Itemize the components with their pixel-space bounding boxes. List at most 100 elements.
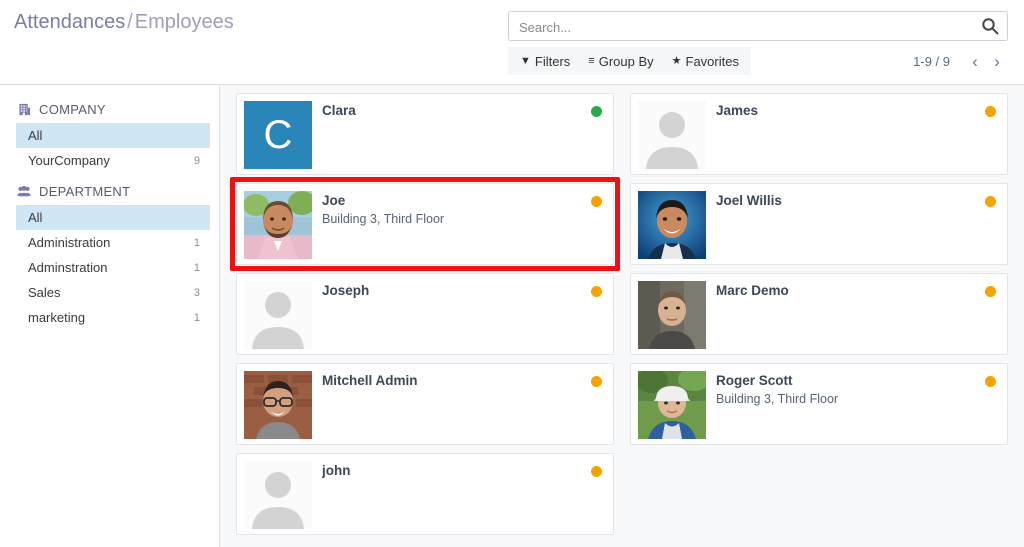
status-badge[interactable] [591,196,602,207]
status-badge[interactable] [985,286,996,297]
avatar-placeholder-icon [244,461,312,529]
sidebar: COMPANY All YourCompany 9 DEPARTMENT All… [0,85,220,547]
group-by-icon: ≡ [588,54,595,67]
users-icon [16,183,32,199]
employee-card-james[interactable]: James [630,93,1008,175]
sidebar-item-company-yourcompany[interactable]: YourCompany 9 [16,148,210,173]
control-panel: Attendances/Employees ▼ Filters ≡ Group … [0,0,1024,85]
avatar [244,281,312,349]
employee-card-body: James [706,101,1000,167]
employee-name: Mitchell Admin [322,373,418,388]
kanban-column-left: C Clara Joe Building 3, Third Floor Jose… [228,93,622,543]
group-by-label: Group By [598,53,654,69]
sidebar-item-department-all[interactable]: All [16,205,210,230]
group-by-button[interactable]: ≡ Group By [588,54,653,69]
status-badge[interactable] [591,466,602,477]
employee-name: Marc Demo [716,283,789,298]
employee-card-body: john [312,461,606,527]
pager: 1-9 / 9 ‹ › [913,50,1008,72]
employee-name: James [716,103,759,118]
avatar-placeholder-icon [244,281,312,349]
employee-card-clara[interactable]: C Clara [236,93,614,175]
breadcrumb-item-employees: Employees [134,11,234,33]
employee-card-marc-demo[interactable]: Marc Demo [630,273,1008,355]
search-options-bar: ▼ Filters ≡ Group By ★ Favorites [508,47,751,75]
sidebar-item-count: 3 [193,286,200,299]
employee-card-roger-scott[interactable]: Roger Scott Building 3, Third Floor [630,363,1008,445]
sidebar-section-department: DEPARTMENT [0,179,219,203]
chevron-right-icon[interactable]: › [986,50,1008,72]
breadcrumb: Attendances / Employees [14,11,234,34]
employee-card-joel-willis[interactable]: Joel Willis [630,183,1008,265]
employee-card-body: Joseph [312,281,606,347]
sidebar-item-department-adminstration[interactable]: Adminstration 1 [16,255,210,280]
employee-name: Joseph [322,283,370,298]
avatar [638,371,706,439]
favorites-button[interactable]: ★ Favorites [672,54,739,69]
breadcrumb-separator: / [127,11,133,33]
avatar-placeholder-icon [638,101,706,169]
sidebar-item-label: marketing [28,310,86,325]
employee-photo [638,191,706,259]
avatar [638,281,706,349]
employee-photo [638,281,706,349]
filter-icon: ▼ [520,54,531,67]
employee-card-joe[interactable]: Joe Building 3, Third Floor [236,183,614,265]
employee-photo [638,371,706,439]
status-badge[interactable] [985,196,996,207]
sidebar-item-company-all[interactable]: All [16,123,210,148]
employee-card-john[interactable]: john [236,453,614,535]
employee-card-body: Marc Demo [706,281,1000,347]
sidebar-item-count: 1 [193,236,200,249]
employee-card-joseph[interactable]: Joseph [236,273,614,355]
kanban-column-right: James Joel Willis Marc Demo Roger Scott … [622,93,1016,543]
breadcrumb-item-attendances[interactable]: Attendances [14,11,125,33]
chevron-left-icon[interactable]: ‹ [964,50,986,72]
kanban-view: C Clara Joe Building 3, Third Floor Jose… [220,85,1024,547]
sidebar-item-count: 9 [193,154,200,167]
status-badge[interactable] [985,106,996,117]
sidebar-item-label: All [28,128,43,143]
employee-photo [244,371,312,439]
sidebar-department-list: All Administration 1 Adminstration 1 Sal… [0,205,219,330]
employee-photo [244,191,312,259]
employee-name: john [322,463,351,478]
search-input[interactable] [517,12,976,42]
employee-job: Building 3, Third Floor [716,392,839,407]
avatar [244,371,312,439]
employee-card-body: Joe Building 3, Third Floor [312,191,606,257]
employee-name: Roger Scott [716,373,793,388]
sidebar-item-department-marketing[interactable]: marketing 1 [16,305,210,330]
filters-label: Filters [534,53,571,69]
status-badge[interactable] [591,106,602,117]
employee-name: Joel Willis [716,193,782,208]
employee-name: Clara [322,103,356,118]
filters-button[interactable]: ▼ Filters [520,54,570,69]
employee-card-body: Mitchell Admin [312,371,606,437]
sidebar-company-list: All YourCompany 9 [0,123,219,173]
sidebar-section-company-label: COMPANY [39,101,106,117]
search-view[interactable] [508,11,1008,42]
avatar: C [244,101,312,169]
sidebar-item-label: Adminstration [28,260,108,275]
status-badge[interactable] [985,376,996,387]
building-icon [16,101,32,117]
sidebar-item-count: 1 [193,311,200,324]
status-badge[interactable] [591,376,602,387]
favorites-label: Favorites [685,53,739,69]
sidebar-item-department-sales[interactable]: Sales 3 [16,280,210,305]
employee-name: Joe [322,193,346,208]
search-icon[interactable] [981,17,999,35]
sidebar-item-department-administration[interactable]: Administration 1 [16,230,210,255]
sidebar-item-label: YourCompany [28,153,110,168]
employee-card-mitchell-admin[interactable]: Mitchell Admin [236,363,614,445]
employee-card-body: Joel Willis [706,191,1000,257]
pager-count: 1-9 / 9 [913,53,950,69]
avatar [244,461,312,529]
status-badge[interactable] [591,286,602,297]
sidebar-section-company: COMPANY [0,97,219,121]
sidebar-item-label: All [28,210,43,225]
avatar [638,191,706,259]
employee-card-body: Roger Scott Building 3, Third Floor [706,371,1000,437]
sidebar-item-label: Sales [28,285,61,300]
